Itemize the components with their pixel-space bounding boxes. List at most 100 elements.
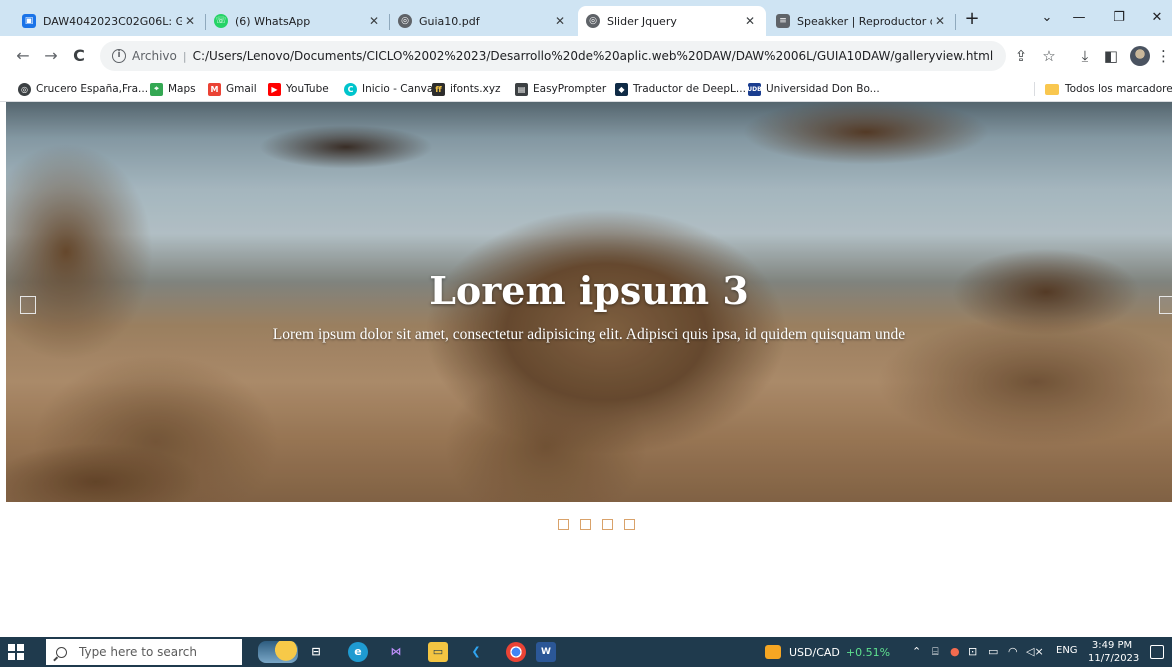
ifonts-icon: ff: [432, 82, 445, 96]
onedrive-icon[interactable]: ⊡: [968, 645, 977, 658]
language-indicator[interactable]: ENG: [1056, 645, 1078, 656]
bookmarks-divider: [1034, 82, 1035, 96]
tab-guia10-pdf[interactable]: ◎ Guia10.pdf ✕: [390, 6, 576, 36]
url-divider: |: [182, 49, 187, 63]
stock-ticker[interactable]: USD/CAD +0.51%: [765, 645, 890, 659]
bookmark-label: Universidad Don Bo...: [766, 83, 880, 95]
slider-dot-4[interactable]: [624, 519, 635, 530]
globe-icon: ◎: [398, 14, 412, 28]
bookmark-maps[interactable]: ⌖ Maps: [150, 80, 196, 98]
whatsapp-icon: ☏: [214, 14, 228, 28]
forward-button[interactable]: →: [40, 45, 62, 67]
notifications-icon[interactable]: [1150, 645, 1164, 659]
edge-browser-icon[interactable]: e: [348, 642, 368, 662]
search-icon: [56, 646, 67, 658]
bookmark-gmail[interactable]: M Gmail: [208, 80, 257, 98]
file-explorer-icon[interactable]: ▭: [428, 642, 448, 662]
canva-icon: C: [344, 82, 357, 96]
bookmark-star-icon[interactable]: ☆: [1038, 45, 1060, 67]
share-icon[interactable]: ⇪: [1010, 45, 1032, 67]
volume-icon[interactable]: ◁×: [1026, 645, 1044, 658]
tab-separator: [955, 14, 956, 30]
wifi-icon[interactable]: ◠: [1008, 645, 1018, 658]
page-viewport: Lorem ipsum 3 Lorem ipsum dolor sit amet…: [0, 102, 1172, 637]
globe-icon: ◎: [18, 82, 31, 96]
back-button[interactable]: ←: [12, 45, 34, 67]
udb-icon: UDB: [747, 82, 762, 96]
clock-date: 11/7/2023: [1088, 653, 1140, 664]
bookmark-youtube[interactable]: ▶ YouTube: [268, 80, 329, 98]
close-window-button[interactable]: ✕: [1134, 6, 1172, 30]
close-icon[interactable]: ✕: [366, 14, 382, 28]
tab-title: Speakker | Reproductor de a: [797, 14, 932, 28]
close-icon[interactable]: ✕: [182, 14, 198, 28]
bookmark-label: EasyPrompter: [533, 83, 607, 95]
bookmark-ifonts[interactable]: ff ifonts.xyz: [432, 80, 501, 98]
weather-widget-icon[interactable]: [258, 641, 298, 663]
bookmark-label: Gmail: [226, 83, 257, 95]
bookmark-udb[interactable]: UDB Universidad Don Bo...: [747, 80, 880, 98]
close-icon[interactable]: ✕: [932, 14, 948, 28]
slider-dot-3[interactable]: [602, 519, 613, 530]
show-hidden-icons-chevron-icon[interactable]: ⌃: [912, 645, 921, 658]
prompter-icon: ▤: [515, 82, 528, 96]
tab-strip: ▣ DAW4042023C02G06L: Guía ✕ ☏ (6) WhatsA…: [0, 0, 1172, 36]
menu-kebab-icon[interactable]: ⋮: [1156, 45, 1171, 67]
tab-slider-jquery[interactable]: ◎ Slider Jquery ✕: [578, 6, 766, 36]
close-icon[interactable]: ✕: [742, 14, 758, 28]
bookmark-label: YouTube: [286, 83, 329, 95]
slide-title: Lorem ipsum 3: [429, 268, 749, 313]
tab-speakker[interactable]: ≡ Speakker | Reproductor de a ✕: [768, 6, 956, 36]
all-bookmarks-folder[interactable]: Todos los marcadores: [1045, 80, 1172, 98]
word-icon[interactable]: W: [536, 642, 556, 662]
slider-next-button[interactable]: [1159, 296, 1172, 314]
document-icon: ≡: [776, 14, 790, 28]
bookmark-deepl[interactable]: ◆ Traductor de DeepL...: [615, 80, 746, 98]
bookmark-crucero[interactable]: ◎ Crucero España,Fra...: [18, 80, 148, 98]
windows-start-button[interactable]: [8, 644, 24, 660]
currency-chart-icon: [765, 645, 781, 659]
reload-button[interactable]: C: [68, 45, 90, 67]
slider-dot-1[interactable]: [558, 519, 569, 530]
clock-time: 3:49 PM: [1091, 640, 1133, 651]
slider-prev-button[interactable]: [20, 296, 36, 314]
taskbar-search-box[interactable]: Type here to search: [46, 639, 242, 665]
bookmark-label: Inicio - Canva: [362, 83, 434, 95]
bookmark-label: Traductor de DeepL...: [633, 83, 746, 95]
slide-caption: Lorem ipsum dolor sit amet, consectetur …: [272, 326, 906, 343]
info-icon[interactable]: i: [112, 49, 126, 63]
taskbar-clock[interactable]: 3:49 PM 11/7/2023: [1088, 639, 1140, 665]
folder-label: Todos los marcadores: [1065, 83, 1172, 95]
bookmark-label: Crucero España,Fra...: [36, 83, 149, 95]
tab-title: (6) WhatsApp: [235, 14, 311, 28]
maps-icon: ⌖: [150, 82, 163, 96]
new-tab-button[interactable]: +: [962, 10, 982, 30]
youtube-icon: ▶: [268, 82, 281, 96]
download-icon[interactable]: ⤓: [1074, 45, 1096, 67]
search-placeholder: Type here to search: [79, 645, 197, 659]
profile-avatar[interactable]: [1130, 46, 1150, 66]
chrome-icon[interactable]: [506, 642, 526, 662]
bookmark-canva[interactable]: C Inicio - Canva: [344, 80, 433, 98]
tab-title: Guia10.pdf: [419, 14, 480, 28]
ticker-change: +0.51%: [845, 645, 891, 659]
side-panel-icon[interactable]: ◧: [1100, 45, 1122, 67]
vscode-icon[interactable]: ❮: [466, 642, 486, 662]
url-scheme-label: Archivo: [132, 49, 177, 63]
network-icon[interactable]: ⌸: [932, 645, 939, 659]
bookmark-easyprompter[interactable]: ▤ EasyPrompter: [515, 80, 606, 98]
tab-daw-guia[interactable]: ▣ DAW4042023C02G06L: Guía ✕: [14, 6, 206, 36]
visual-studio-icon[interactable]: ⋈: [386, 642, 406, 662]
close-icon[interactable]: ✕: [552, 14, 568, 28]
image-slider[interactable]: Lorem ipsum 3 Lorem ipsum dolor sit amet…: [6, 102, 1172, 502]
slider-dot-2[interactable]: [580, 519, 591, 530]
slider-pagination: [558, 519, 635, 530]
address-bar[interactable]: i Archivo | C:/Users/Lenovo/Documents/CI…: [100, 41, 1006, 71]
gmail-icon: M: [208, 82, 221, 96]
task-view-icon[interactable]: ⊟: [306, 642, 326, 662]
tray-app-icon[interactable]: ●: [950, 645, 960, 658]
url-text[interactable]: C:/Users/Lenovo/Documents/CICLO%2002%202…: [193, 49, 994, 63]
bookmark-label: Maps: [168, 83, 196, 95]
tab-whatsapp[interactable]: ☏ (6) WhatsApp ✕: [206, 6, 390, 36]
battery-icon[interactable]: ▭: [988, 645, 998, 658]
